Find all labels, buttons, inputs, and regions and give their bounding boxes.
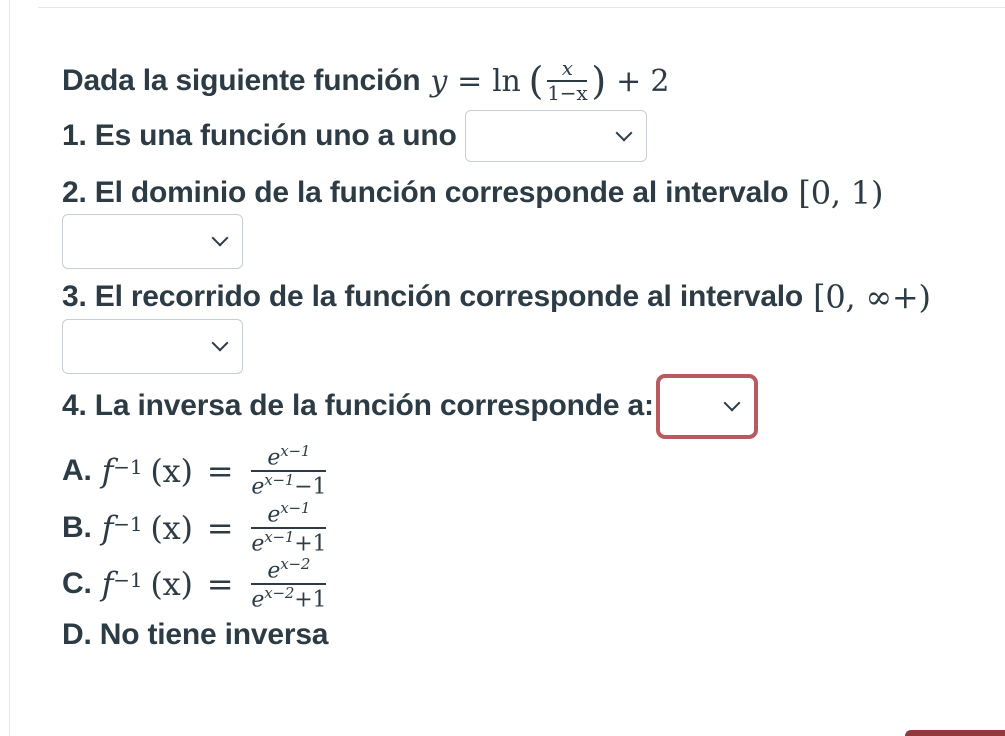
option-b-eq: = [206,509,234,547]
intro-line: Dada la siguiente función y = ln ( x 1−x… [62,56,669,106]
formula-denominator: 1−x [547,80,588,105]
formula-plus-two: + 2 [616,63,670,99]
option-c-fraction: ex−2 ex−2+1 [251,554,327,613]
question-3-interval: [0, ∞+) [813,278,931,316]
option-a-arg: (x) [150,452,193,490]
option-a-num: e [267,445,281,471]
formula-rparen: ) [591,59,607,103]
question-2-text: 2. El dominio de la función corresponde … [62,176,789,209]
question-4-text: 4. La inversa de la función corresponde … [62,389,654,422]
option-c-sup: −1 [113,568,143,592]
chevron-down-icon [615,124,633,142]
question-2-answer-row [62,213,243,269]
chevron-down-icon [211,334,229,352]
option-c-label: C. [62,567,92,600]
question-3-answer-row [62,318,243,374]
option-a-formula: f −1 (x) = ex−1 ex−1−1 [101,441,331,500]
question-3: 3. El recorrido de la función correspond… [62,272,931,322]
q3-select[interactable] [62,318,243,374]
option-b-sup: −1 [113,512,143,536]
q4-select[interactable] [655,373,758,439]
q1-select[interactable] [464,110,647,162]
q2-select[interactable] [62,213,243,269]
option-b-num: e [267,502,281,528]
option-a-den-exp: x−1 [264,470,295,489]
option-c-arg: (x) [150,565,193,603]
formula-ln: ln [492,63,521,99]
option-b-den-tail: +1 [294,531,327,557]
question-3-text: 3. El recorrido de la función correspond… [62,280,804,313]
option-c-formula: f −1 (x) = ex−2 ex−2+1 [101,554,331,613]
option-b-label: B. [62,511,92,544]
option-a-f: f [101,452,114,490]
option-c-f: f [101,565,114,603]
formula-fraction: x 1−x [547,56,588,105]
formula-lparen: ( [528,59,544,103]
option-a-label: A. [62,454,92,487]
option-d-label: D. No tiene inversa [62,618,329,651]
submit-button-partial[interactable] [905,730,1005,736]
option-b-formula: f −1 (x) = ex−1 ex−1+1 [101,498,331,557]
option-a-eq: = [206,452,234,490]
option-c-eq: = [206,565,234,603]
option-c-den: e [251,587,265,613]
formula-eq: = [457,63,483,99]
option-b-num-exp: x−1 [280,498,311,517]
option-c-num: e [267,558,281,584]
chevron-down-icon [723,394,741,412]
option-b-arg: (x) [150,509,193,547]
option-b-f: f [101,509,114,547]
question-2: 2. El dominio de la función corresponde … [62,168,883,218]
intro-text: Dada la siguiente función [62,64,421,97]
question-2-interval: [0, 1) [798,174,884,212]
option-a: A. f −1 (x) = ex−1 ex−1−1 [62,441,330,501]
option-c-num-exp: x−2 [280,554,311,573]
option-b-den: e [251,531,265,557]
question-4: 4. La inversa de la función corresponde … [62,373,758,439]
question-1: 1. Es una función uno a uno [62,109,647,163]
formula-y: y [430,63,448,99]
option-a-den-tail: −1 [294,474,327,500]
option-c: C. f −1 (x) = ex−2 ex−2+1 [62,554,330,614]
frame-left-border [9,0,10,736]
option-c-den-tail: +1 [294,587,327,613]
option-a-fraction: ex−1 ex−1−1 [251,441,327,500]
option-a-sup: −1 [113,455,143,479]
option-a-den: e [251,474,265,500]
option-b-fraction: ex−1 ex−1+1 [251,498,327,557]
option-d: D. No tiene inversa [62,612,328,658]
option-a-num-exp: x−1 [280,441,311,460]
option-c-den-exp: x−2 [264,583,295,602]
question-1-text: 1. Es una función uno a uno [62,119,457,152]
intro-formula: y = ln ( x 1−x ) + 2 [430,58,669,104]
formula-numerator: x [561,56,573,81]
frame-top-border [38,7,1005,8]
option-b: B. f −1 (x) = ex−1 ex−1+1 [62,498,330,558]
chevron-down-icon [211,229,229,247]
option-b-den-exp: x−1 [264,527,295,546]
